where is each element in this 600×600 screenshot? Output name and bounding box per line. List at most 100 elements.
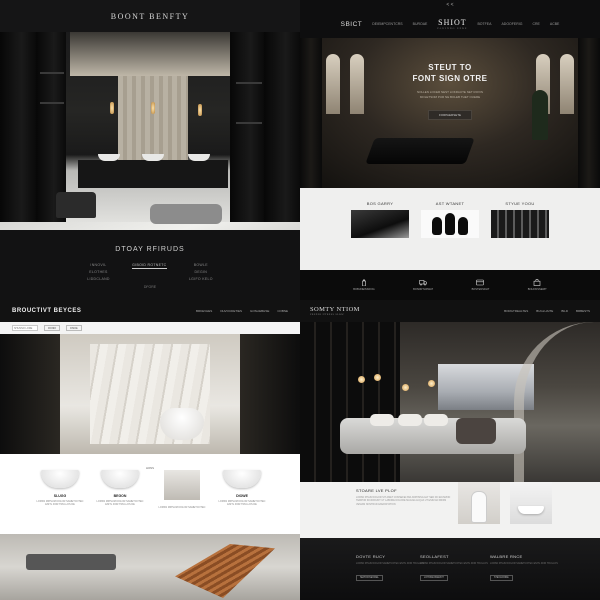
nav-link[interactable]: BORGTREALTES	[504, 309, 528, 313]
info-title: STOARE LVE PLOF	[356, 488, 397, 493]
feature-label: BOBUNEISSIFOG	[353, 288, 375, 291]
feature-label: BOSTENSDHT	[471, 288, 490, 291]
nav-left-logo[interactable]: SBICT	[341, 21, 363, 28]
panel2-hero: STEUT TO FONT SIGN OTRE NOLLEN LOCER NES…	[300, 38, 600, 188]
footer-link[interactable]: INNOVIL	[90, 263, 106, 267]
footer-link[interactable]: DEGIN	[195, 270, 208, 274]
lounge-chair	[365, 138, 475, 164]
footer-link[interactable]: LIDDCLAND	[87, 277, 110, 281]
feature-item[interactable]: BOBUNEISSIFOG	[353, 279, 375, 291]
basin	[518, 506, 544, 514]
feature-label: BOHONSNERIT	[527, 288, 547, 291]
panel4-footer: DOVTE RUCY LORSN IPSUM DOLOR SAMETCOTEC …	[300, 538, 600, 600]
product-card[interactable]: LORSN MIPSUM DOLOR SAMETCOTEC	[158, 470, 206, 509]
product-card[interactable]: DIOWE LORSN MIPSUM DOLOR SAMETCOTEC ENIT…	[218, 470, 266, 506]
product-card[interactable]: STYUE YOOU	[490, 201, 550, 238]
footer-col-button[interactable]: STEOLDRIRE	[490, 575, 513, 582]
nav-link[interactable]: ADOOFERIG	[501, 22, 522, 26]
bag-icon	[533, 279, 541, 286]
product-card[interactable]: BEGON LORSN MIPSUM DOLOR SAMETCOTEC ENIT…	[96, 470, 144, 506]
logo-subtext: PREPER NTRESS SLOW	[310, 313, 345, 316]
nav-link[interactable]: DEIEMPCENTCRS	[372, 22, 402, 26]
footer-column: SEOLLAFEST LORSN IPSUM DOLOR SAMETCOTEC …	[420, 554, 490, 583]
panel3-logo[interactable]: BROUCTIVT BEYCES	[12, 308, 81, 314]
footer-col-title: SEOLLAFEST	[420, 554, 449, 559]
footer-col-button[interactable]: SEPIOFINEOMEL	[356, 575, 383, 582]
pendant-lamp	[198, 104, 202, 116]
hero-subtitle-line: MOLETSOM PUR NE BOLEB THET OUERE	[419, 95, 481, 99]
sink	[142, 154, 164, 161]
shelf	[236, 122, 262, 124]
sink	[188, 154, 210, 161]
vase	[445, 213, 455, 235]
shelf	[40, 72, 64, 74]
footer-column: INNOVIL ELOTHES LIDDCLAND	[87, 263, 110, 281]
product-image-lounger	[351, 210, 409, 238]
room-photo	[164, 470, 200, 500]
feature-label: BOSDRTHDWAT	[413, 288, 434, 291]
info-text: LORSN IPSUM DOLOR SIT AMET CONSEFELTAR A…	[356, 496, 451, 506]
filter-button[interactable]: RONDI	[44, 325, 61, 331]
card-desc: LORSN MIPSUM DOLOR SAMETCOTEC ENITL DOR …	[96, 500, 144, 507]
portrait-image[interactable]	[458, 482, 500, 524]
pendant-lamp	[110, 102, 114, 114]
pillar	[578, 38, 600, 188]
card-desc: LORSN MIPSUM DOLOR SAMETCOTEC	[158, 506, 206, 509]
product-strip: BOS GARRY AST WTANET STYUE YOOU	[300, 188, 600, 270]
carousel-controls[interactable]: < <	[300, 2, 600, 8]
panel3-hero	[0, 334, 300, 454]
pendant-lamp	[358, 376, 365, 383]
product-card[interactable]: BOS GARRY	[350, 201, 410, 238]
vanity	[78, 160, 228, 188]
pendant-lamp	[428, 380, 435, 387]
card-desc: LORSN MIPSUM DOLOR SAMETCOTEC ENITL DOR …	[218, 500, 266, 507]
hero-cta-button[interactable]: FORPAERSETE	[428, 110, 472, 120]
footer-link[interactable]: LGIFO KELO	[189, 277, 213, 281]
feature-item[interactable]: BOSDRTHDWAT	[413, 279, 433, 291]
hero-title-line: FONT SIGN OTRE	[412, 74, 488, 83]
panel-lounge-site: < < SBICT DEIEMPCENTCRS BUROAE SHIOT PAU…	[300, 0, 600, 300]
basin-image[interactable]	[510, 482, 552, 524]
product-card[interactable]: SLUGG LORSN MIPSUM DOLOR SAMETCOTEC ENIT…	[36, 470, 84, 506]
basin-image	[41, 470, 79, 488]
bathtub	[160, 408, 204, 440]
nav-link[interactable]: BRKEVHES	[196, 309, 212, 313]
product-label: STYUE YOOU	[505, 201, 535, 206]
search-input[interactable]	[12, 325, 38, 331]
hero-title-line: STEUT TO	[428, 63, 472, 72]
wooden-lounge-chair	[175, 544, 275, 598]
panel4-logo[interactable]: SOMTY NTIOM PREPER NTRESS SLOW	[310, 306, 360, 316]
footer-link[interactable]: BOWLE	[194, 263, 208, 267]
footer-column: DOVTE RUCY LORSN IPSUM DOLOR SAMETCOTEC …	[356, 554, 426, 583]
chaise-lounge	[150, 204, 222, 224]
figure	[472, 492, 486, 522]
panel1-footer-title: DTOAY RFIRUDS	[115, 246, 185, 253]
feature-item[interactable]: BOSTENSDHT	[471, 279, 490, 291]
panel4-hero	[300, 322, 600, 482]
panel2-logo[interactable]: SHIOT PAUINNG EEDE	[437, 18, 467, 30]
product-card[interactable]: AST WTANET	[420, 201, 480, 238]
nav-link[interactable]: BILD	[561, 309, 568, 313]
nav-link[interactable]: BOTFEA	[477, 22, 491, 26]
nav-link[interactable]: COBNE	[277, 309, 288, 313]
basin-image	[101, 470, 139, 488]
nav-link[interactable]: BRBESTS	[576, 309, 590, 313]
footer-link[interactable]: ELOTHES	[89, 270, 107, 274]
nav-link[interactable]: GOSLIEBHSE	[250, 309, 269, 313]
bench-sofa	[26, 554, 116, 570]
hero-title: STEUT TO FONT SIGN OTRE	[300, 62, 600, 84]
truck-icon	[419, 280, 428, 286]
nav-link[interactable]: CRE	[532, 22, 539, 26]
footer-link-highlight[interactable]: GIBOID ROTNETC	[132, 263, 167, 269]
panel1-brand[interactable]: BOONT BENFTY	[111, 12, 190, 21]
nav-link[interactable]: BUGLUAITE	[536, 309, 553, 313]
panel1-footer-links: INNOVIL ELOTHES LIDDCLAND GIBOID ROTNETC…	[0, 263, 300, 281]
feature-item[interactable]: BOHONSNERIT	[528, 279, 547, 291]
nav-link[interactable]: BUROAE	[413, 22, 428, 26]
nav-link[interactable]: DHVOCDETIES	[220, 309, 242, 313]
nav-link[interactable]: ACBE	[550, 22, 560, 26]
footer-col-button[interactable]: LOHONEONEMOT	[420, 575, 448, 582]
hero-subtitle: NOLLEN LOCER NEST LOKRAUTE NET ROVIN MOL…	[300, 90, 600, 100]
filter-button[interactable]: DSNIE	[66, 325, 82, 331]
ceiling	[70, 32, 230, 76]
